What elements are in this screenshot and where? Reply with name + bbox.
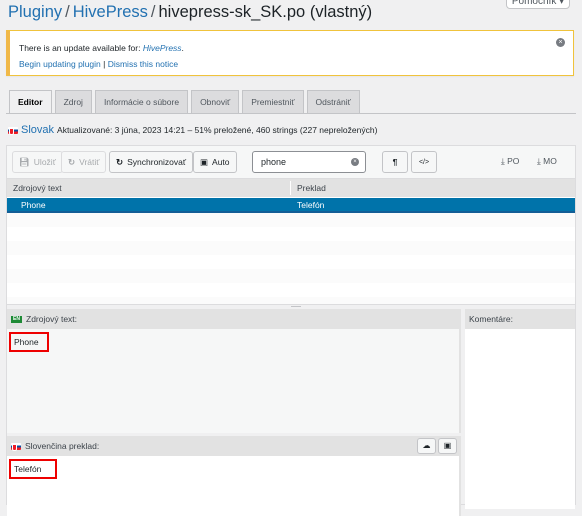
- table-row[interactable]: Phone Telefón: [7, 198, 575, 213]
- notice-actions: Begin updating plugin | Dismiss this not…: [19, 59, 179, 69]
- invisibles-toggle-button[interactable]: ¶: [382, 151, 408, 173]
- breadcrumb-current: hivepress-sk_SK.po (vlastný): [158, 3, 373, 21]
- refresh-icon: ↻: [116, 156, 124, 167]
- breadcrumb-separator: /: [150, 3, 156, 21]
- tab-restore[interactable]: Obnoviť: [191, 90, 240, 113]
- auto-translate-button[interactable]: ▣ Auto: [193, 151, 237, 173]
- robot-icon: ▣: [443, 441, 452, 450]
- download-icon: ⤓: [537, 156, 541, 166]
- download-mo-button[interactable]: ⤓ MO: [537, 156, 557, 167]
- translation-input[interactable]: Telefón: [9, 459, 57, 479]
- editor-toolbar: 💾︎ Uložiť ↻ Vrátiť ↻ Synchronizovať ▣ Au…: [7, 146, 575, 179]
- breadcrumb-hivepress-link[interactable]: HivePress: [73, 3, 148, 21]
- grid-header: Zdrojový text Preklad: [7, 179, 575, 198]
- download-icon: ⤓: [501, 156, 505, 166]
- code-icon: </>: [418, 158, 430, 166]
- slovak-flag-icon: [8, 126, 18, 135]
- undo-icon: ↻: [68, 156, 76, 167]
- resize-handle[interactable]: [291, 306, 301, 307]
- translation-pane-label: Slovenčina preklad:: [25, 441, 100, 451]
- comments-pane: Komentáre:: [465, 309, 575, 509]
- floppy-disk-icon: 💾︎: [19, 156, 30, 167]
- row-source: Phone: [21, 200, 46, 210]
- notice-plugin-link[interactable]: HivePress: [143, 43, 182, 53]
- column-translation[interactable]: Preklad: [297, 183, 326, 193]
- source-pane-label: Zdrojový text:: [26, 314, 78, 324]
- auto-translate-field-button[interactable]: ▣: [438, 438, 457, 454]
- tab-editor[interactable]: Editor: [9, 90, 52, 114]
- slovak-flag-icon: [11, 442, 21, 451]
- tab-move[interactable]: Premiestniť: [242, 90, 304, 113]
- column-source-text[interactable]: Zdrojový text: [13, 183, 62, 193]
- revert-button[interactable]: ↻ Vrátiť: [61, 151, 107, 173]
- file-meta: Slovak Aktualizované: 3 júna, 2023 14:21…: [8, 124, 377, 136]
- download-po-button[interactable]: ⤓ PO: [501, 156, 519, 167]
- sync-button[interactable]: ↻ Synchronizovať: [109, 151, 194, 173]
- tab-source[interactable]: Zdroj: [54, 90, 92, 113]
- comments-pane-header: Komentáre:: [465, 309, 575, 329]
- breadcrumb-plugins-link[interactable]: Pluginy: [8, 3, 62, 21]
- save-button[interactable]: 💾︎ Uložiť: [12, 151, 63, 173]
- comments-label: Komentáre:: [469, 314, 513, 324]
- help-tab-button[interactable]: Pomocník ▾: [506, 0, 570, 9]
- language-link[interactable]: Slovak: [21, 124, 54, 136]
- editor-tabs: Editor Zdroj Informácie o súbore Obnoviť…: [9, 90, 360, 114]
- robot-icon: ▣: [200, 156, 209, 167]
- dismiss-icon[interactable]: ×: [556, 38, 565, 47]
- tab-delete[interactable]: Odstrániť: [306, 90, 360, 113]
- search-input[interactable]: phone ×: [252, 151, 366, 173]
- notice-message: There is an update available for: HivePr…: [19, 43, 184, 53]
- cloud-translate-button[interactable]: ☁: [417, 438, 436, 454]
- update-notice: There is an update available for: HivePr…: [6, 30, 574, 76]
- source-text-value: Phone: [9, 332, 49, 352]
- source-text-pane: EN Zdrojový text: Phone: [7, 309, 461, 433]
- english-flag-icon: EN: [11, 315, 22, 323]
- translation-pane-header: Slovenčina preklad: ☁ ▣: [7, 436, 459, 456]
- po-editor: 💾︎ Uložiť ↻ Vrátiť ↻ Synchronizovať ▣ Au…: [6, 145, 576, 516]
- pilcrow-icon: ¶: [392, 157, 398, 167]
- grid-empty-rows: [7, 213, 575, 307]
- column-divider[interactable]: [290, 181, 291, 195]
- dismiss-notice-link[interactable]: Dismiss this notice: [108, 59, 178, 69]
- file-status: Aktualizované: 3 júna, 2023 14:21 – 51% …: [57, 125, 378, 135]
- page-title: Pluginy / HivePress / hivepress-sk_SK.po (vl…: [8, 3, 372, 22]
- tab-file-info[interactable]: Informácie o súbore: [94, 90, 189, 113]
- row-translation: Telefón: [297, 200, 325, 210]
- code-view-toggle-button[interactable]: </>: [411, 151, 437, 173]
- source-pane-header: EN Zdrojový text:: [7, 309, 459, 329]
- breadcrumb-separator: /: [65, 3, 70, 21]
- translation-pane: Slovenčina preklad: ☁ ▣ Telefón: [7, 436, 461, 516]
- clear-search-icon[interactable]: ×: [351, 158, 359, 166]
- tab-divider: [6, 113, 576, 114]
- cloud-icon: ☁: [422, 441, 431, 450]
- begin-update-link[interactable]: Begin updating plugin: [19, 59, 101, 69]
